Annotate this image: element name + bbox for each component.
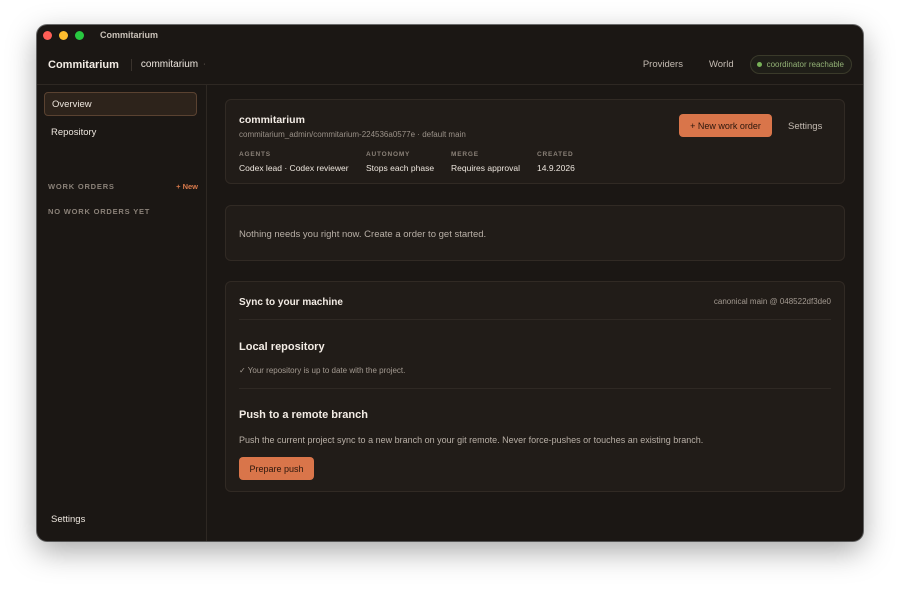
- app-brand: Commitarium: [48, 58, 119, 71]
- meta-created: CREATED 14.9.2026: [537, 151, 575, 173]
- sidebar-item-label: Overview: [52, 98, 92, 110]
- coordinator-status-badge: coordinator reachable: [749, 55, 852, 74]
- prepare-push-button[interactable]: Prepare push: [239, 457, 314, 480]
- work-orders-section: WORK ORDERS + New: [48, 182, 198, 191]
- coordinator-status-text: coordinator reachable: [766, 60, 844, 69]
- project-settings-button[interactable]: Settings: [788, 121, 822, 132]
- meta-value: Codex lead · Codex reviewer: [239, 163, 349, 173]
- meta-value: Stops each phase: [366, 163, 435, 173]
- meta-label: MERGE: [451, 151, 479, 158]
- window-title: Commitarium: [100, 30, 159, 40]
- new-work-order-button[interactable]: + New work order: [679, 114, 772, 137]
- section-divider: [239, 388, 831, 389]
- sidebar: Overview Repository WORK ORDERS + New NO…: [37, 85, 207, 541]
- meta-label: AUTONOMY: [366, 151, 411, 158]
- notice-text: Nothing needs you right now. Create a or…: [239, 229, 487, 240]
- sidebar-item-label: Repository: [51, 126, 97, 138]
- app-header: Commitarium commitarium · Providers Worl…: [37, 45, 863, 85]
- project-switcher-caret-icon[interactable]: ·: [203, 61, 205, 68]
- section-divider: [239, 319, 831, 320]
- sidebar-settings[interactable]: Settings: [51, 514, 85, 525]
- status-dot-icon: [756, 62, 762, 67]
- header-divider: [130, 58, 132, 71]
- sidebar-item-repository[interactable]: Repository: [44, 120, 197, 144]
- local-repository-title: Local repository: [239, 341, 325, 353]
- attention-notice-card: Nothing needs you right now. Create a or…: [225, 205, 845, 261]
- project-summary-card: commitarium commitarium_admin/commitariu…: [225, 99, 845, 184]
- meta-merge: MERGE Requires approval: [451, 151, 520, 173]
- header-nav: Providers World coordinator reachable: [643, 55, 852, 74]
- meta-value: 14.9.2026: [537, 163, 575, 173]
- sidebar-item-overview[interactable]: Overview: [44, 92, 197, 116]
- project-switcher[interactable]: commitarium: [141, 59, 198, 70]
- meta-agents: AGENTS Codex lead · Codex reviewer: [239, 151, 349, 173]
- push-remote-title: Push to a remote branch: [239, 409, 368, 421]
- push-remote-description: Push the current project sync to a new b…: [239, 435, 704, 445]
- window-controls: [43, 30, 84, 40]
- project-name: commitarium: [239, 114, 305, 126]
- meta-value: Requires approval: [451, 163, 520, 173]
- meta-autonomy: AUTONOMY Stops each phase: [366, 151, 434, 173]
- minimize-window-button[interactable]: [59, 30, 68, 40]
- meta-label: CREATED: [537, 151, 574, 158]
- new-work-order-link[interactable]: + New: [176, 182, 198, 191]
- sync-card: Sync to your machine canonical main @ 04…: [225, 281, 845, 492]
- canonical-commit: canonical main @ 048522df3de0: [713, 297, 831, 306]
- project-path: commitarium_admin/commitarium-224536a057…: [239, 130, 466, 139]
- sync-title: Sync to your machine: [239, 297, 343, 308]
- zoom-window-button[interactable]: [75, 30, 84, 40]
- title-bar: Commitarium: [37, 25, 863, 45]
- local-repository-status: ✓ Your repository is up to date with the…: [239, 366, 406, 375]
- nav-world[interactable]: World: [709, 59, 734, 70]
- close-window-button[interactable]: [43, 30, 52, 40]
- app-window: Commitarium Commitarium commitarium · Pr…: [37, 25, 863, 541]
- nav-providers[interactable]: Providers: [643, 59, 683, 70]
- work-orders-empty-state: NO WORK ORDERS YET: [48, 207, 151, 216]
- meta-label: AGENTS: [239, 151, 271, 158]
- work-orders-heading: WORK ORDERS: [48, 182, 115, 191]
